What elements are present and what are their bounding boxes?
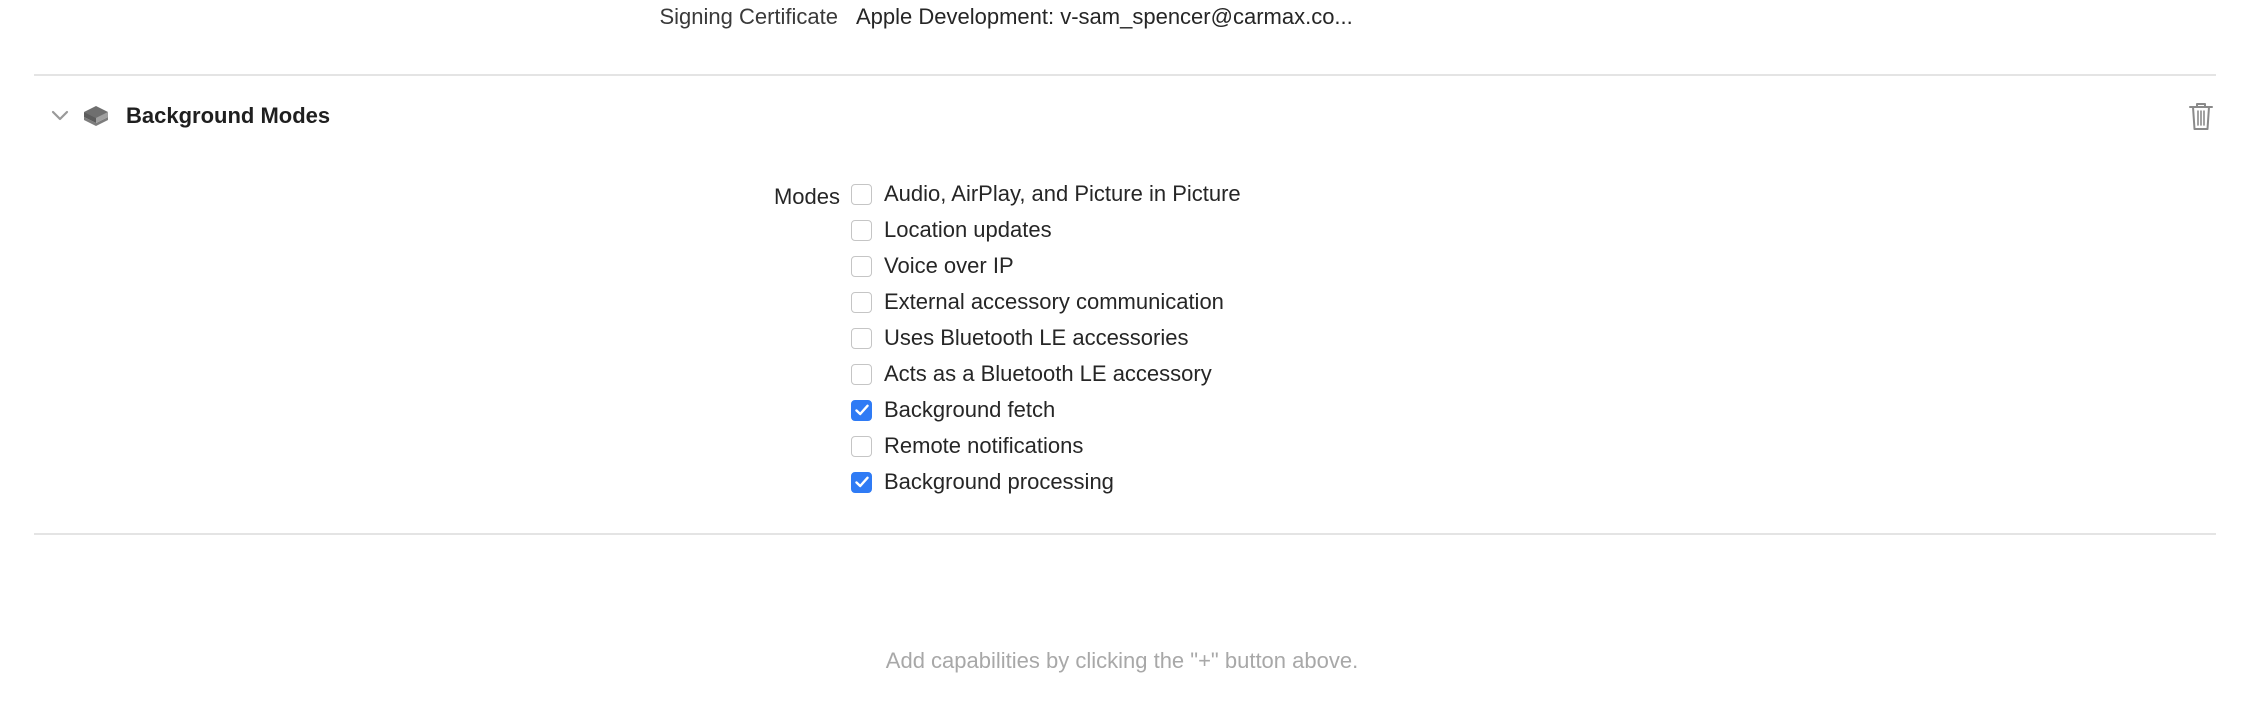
mode-label: Background fetch [884,397,1056,422]
checkbox-checked[interactable] [851,399,872,421]
mode-item[interactable]: Uses Bluetooth LE accessories [851,320,1751,356]
checkbox[interactable] [851,291,872,313]
mode-label: External accessory communication [884,289,1224,314]
mode-label: Remote notifications [884,433,1084,458]
mode-item[interactable]: Location updates [851,212,1751,248]
mode-item[interactable]: External accessory communication [851,284,1751,320]
section-title: Background Modes [126,103,331,128]
checkbox[interactable] [851,219,872,241]
section-divider-bottom [34,533,2216,535]
chevron-down-icon[interactable] [46,102,74,130]
modes-label: Modes [773,184,840,209]
mode-label: Location updates [884,217,1052,242]
mode-item[interactable]: Background processing [851,464,1751,500]
checkbox[interactable] [851,183,872,205]
section-divider-top [34,74,2216,76]
checkbox-checked[interactable] [851,471,872,493]
mode-label: Background processing [884,469,1114,494]
mode-label: Uses Bluetooth LE accessories [884,325,1189,350]
checkbox[interactable] [851,327,872,349]
mode-label: Audio, AirPlay, and Picture in Picture [884,181,1241,206]
signing-certificate-label: Signing Certificate [659,4,838,29]
mode-item[interactable]: Remote notifications [851,428,1751,464]
mode-item[interactable]: Audio, AirPlay, and Picture in Picture [851,176,1751,212]
checkbox[interactable] [851,363,872,385]
mode-item[interactable]: Background fetch [851,392,1751,428]
mode-label: Voice over IP [884,253,1014,278]
background-modes-header: Background Modes [34,94,2216,138]
signing-certificate-value[interactable]: Apple Development: v-sam_spencer@carmax.… [856,0,1353,34]
modes-list: Audio, AirPlay, and Picture in Picture Lo… [851,176,1751,500]
layers-icon [80,100,112,132]
mode-item[interactable]: Acts as a Bluetooth LE accessory [851,356,1751,392]
mode-label: Acts as a Bluetooth LE accessory [884,361,1212,386]
trash-icon[interactable] [2186,100,2216,132]
mode-item[interactable]: Voice over IP [851,248,1751,284]
checkbox[interactable] [851,255,872,277]
checkbox[interactable] [851,435,872,457]
add-capabilities-hint: Add capabilities by clicking the "+" but… [885,648,1359,673]
